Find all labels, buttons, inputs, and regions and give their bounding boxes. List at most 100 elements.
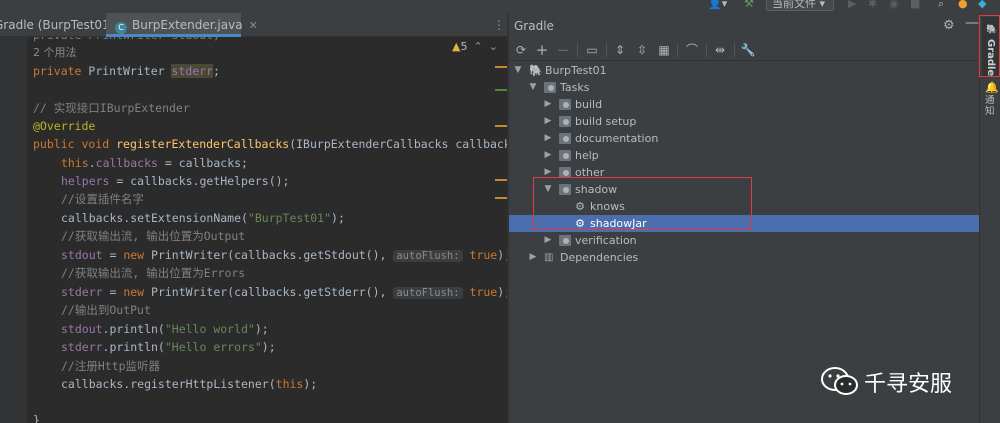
task-gear-icon: ⚙ [575, 217, 585, 230]
chevron-right-icon[interactable]: ▶ [543, 164, 553, 181]
code-line: //注册Http监听器 [61, 359, 161, 373]
offline-mode-icon[interactable]: ⌒ [683, 41, 701, 59]
tree-node-tasks[interactable]: ▼ Tasks [509, 79, 979, 96]
change-stripe[interactable] [495, 89, 507, 91]
ide-logo-icon: ◆ [978, 0, 987, 10]
group-modules-icon[interactable]: ▦ [655, 41, 673, 59]
folder-icon [559, 99, 571, 110]
tab-label: Gradle (BurpTest01) [0, 18, 115, 32]
tree-node-help[interactable]: ▶ help [509, 147, 979, 164]
right-tool-strip: 🐘 Gradle 🔔 通知 [979, 13, 1000, 423]
usages-hint[interactable]: 2 个用法 [33, 43, 77, 61]
collapse-all-icon[interactable]: ⇳ [633, 41, 651, 59]
chevron-right-icon[interactable]: ▶ [543, 147, 553, 164]
folder-icon [559, 150, 571, 161]
tree-node-knows[interactable]: ⚙ knows [509, 198, 979, 215]
code-line: @Override [33, 119, 96, 133]
editor-gutter[interactable] [0, 37, 27, 423]
gradle-elephant-icon: 🐘 [529, 64, 543, 77]
run-configuration-select[interactable]: 当前文件 ▾ [766, 0, 834, 11]
code-line: private PrintWriter stderr; [33, 64, 220, 78]
gradle-panel-title: Gradle [514, 19, 554, 33]
close-icon[interactable]: ✕ [249, 19, 258, 32]
editor-tabs: Gradle (BurpTest01)✕ C BurpExtender.java ✕… [0, 13, 507, 37]
java-class-icon: C [115, 22, 127, 34]
build-hammer-icon[interactable]: ⚒ [744, 0, 754, 11]
tree-node-dependencies[interactable]: ▶ ▥ Dependencies [509, 249, 979, 266]
stop-icon[interactable]: ■ [910, 0, 920, 11]
tree-node-shadow[interactable]: ▼ shadow [509, 181, 979, 198]
gradle-elephant-icon: 🐘 [986, 25, 998, 35]
coverage-icon[interactable]: ◉ [889, 0, 899, 11]
add-icon[interactable]: + [533, 41, 551, 59]
tree-node-documentation[interactable]: ▶ documentation [509, 130, 979, 147]
chevron-down-icon[interactable]: ▼ [513, 62, 523, 79]
bell-icon[interactable]: 🔔 [985, 81, 999, 94]
gradle-header: Gradle ⚙ — [509, 13, 979, 39]
folder-icon [559, 133, 571, 144]
chevron-right-icon[interactable]: ▶ [528, 249, 538, 266]
tree-node-build[interactable]: ▶ build [509, 96, 979, 113]
user-icon[interactable]: 👤▾ [708, 0, 727, 11]
code-line: callbacks.setExtensionName("BurpTest01")… [61, 211, 345, 225]
tab-gradle-burptest01[interactable]: Gradle (BurpTest01)✕ [0, 13, 130, 37]
toggle-icon[interactable]: ⇹ [711, 41, 729, 59]
tree-node-verification[interactable]: ▶ verification [509, 232, 979, 249]
expand-all-icon[interactable]: ⇕ [611, 41, 629, 59]
main-toolbar: 👤▾ ⚒ 当前文件 ▾ ▶ ✱ ◉ ■ ⌕ ● ◆ [0, 0, 1000, 13]
code-line: this.callbacks = callbacks; [61, 156, 248, 170]
code-line: //设置插件名字 [61, 192, 144, 206]
code-line: stdout.println("Hello world"); [61, 322, 269, 336]
warning-stripe[interactable] [495, 125, 507, 127]
gradle-tool-window: Gradle ⚙ — ⟳ + − ▭ ⇕ ⇳ ▦ ⌒ ⇹ 🔧 ▼ 🐘 BurpT… [509, 13, 979, 423]
reload-icon[interactable]: ⟳ [512, 41, 530, 59]
tree-node-project[interactable]: ▼ 🐘 BurpTest01 [509, 62, 979, 79]
tab-label: BurpExtender.java [132, 18, 243, 32]
debug-icon[interactable]: ✱ [868, 0, 877, 11]
chevron-up-icon[interactable]: ⌃ [473, 40, 482, 53]
notifications-tab[interactable]: 通知 [985, 95, 997, 117]
gradle-tool-tab[interactable]: 🐘 Gradle [982, 17, 999, 77]
gradle-toolbar: ⟳ + − ▭ ⇕ ⇳ ▦ ⌒ ⇹ 🔧 [509, 39, 979, 61]
tree-node-build-setup[interactable]: ▶ build setup [509, 113, 979, 130]
execute-task-icon[interactable]: ▭ [583, 41, 601, 59]
minimize-icon[interactable]: — [965, 15, 979, 31]
run-icon[interactable]: ▶ [848, 0, 856, 11]
chevron-right-icon[interactable]: ▶ [543, 130, 553, 147]
search-icon[interactable]: ⌕ [938, 0, 944, 11]
inspection-counter[interactable]: ▲5 ⌃ ⌄ [452, 40, 498, 53]
chevron-down-icon[interactable]: ⌄ [489, 40, 498, 53]
code-line: stderr.println("Hello errors"); [61, 340, 276, 354]
code-line: callbacks.registerHttpListener(this); [61, 377, 318, 391]
code-line: public void registerExtenderCallbacks(IB… [33, 137, 507, 151]
code-editor[interactable]: ▲5⌃⌄ private PrintWriter stdout; 2 个用法 p… [0, 37, 507, 423]
folder-icon [544, 82, 556, 93]
chevron-right-icon[interactable]: ▶ [543, 113, 553, 130]
tree-node-other[interactable]: ▶ other [509, 164, 979, 181]
warning-stripe[interactable] [495, 66, 507, 68]
update-icon[interactable]: ● [958, 0, 968, 11]
wrench-icon[interactable]: 🔧 [739, 41, 757, 59]
folder-icon [559, 235, 571, 246]
code-line: stderr = new PrintWriter(callbacks.getSt… [61, 285, 507, 299]
folder-icon [559, 167, 571, 178]
chevron-down-icon[interactable]: ▼ [543, 181, 553, 198]
gear-icon[interactable]: ⚙ [943, 18, 955, 33]
chevron-right-icon[interactable]: ▶ [543, 232, 553, 249]
remove-icon[interactable]: − [554, 41, 572, 59]
chevron-right-icon[interactable]: ▶ [543, 96, 553, 113]
code-line: helpers = callbacks.getHelpers(); [61, 174, 290, 188]
tree-node-shadowjar[interactable]: ⚙ shadowJar [509, 215, 979, 232]
watermark-text: 千寻安服 [864, 372, 953, 397]
more-tabs-icon[interactable]: ⋮ [493, 18, 505, 32]
code-line: // 实现接口IBurpExtender [33, 101, 190, 115]
code-line: } [33, 413, 40, 423]
chevron-down-icon[interactable]: ▼ [528, 79, 538, 96]
warning-stripe[interactable] [495, 179, 507, 181]
folder-icon [559, 184, 571, 195]
warning-stripe[interactable] [495, 197, 507, 199]
code-line: //获取输出流, 输出位置为Output [61, 229, 246, 243]
tab-burpextender-java[interactable]: C BurpExtender.java ✕ [106, 13, 258, 37]
code-line: //获取输出流, 输出位置为Errors [61, 266, 246, 280]
task-gear-icon: ⚙ [575, 200, 585, 213]
